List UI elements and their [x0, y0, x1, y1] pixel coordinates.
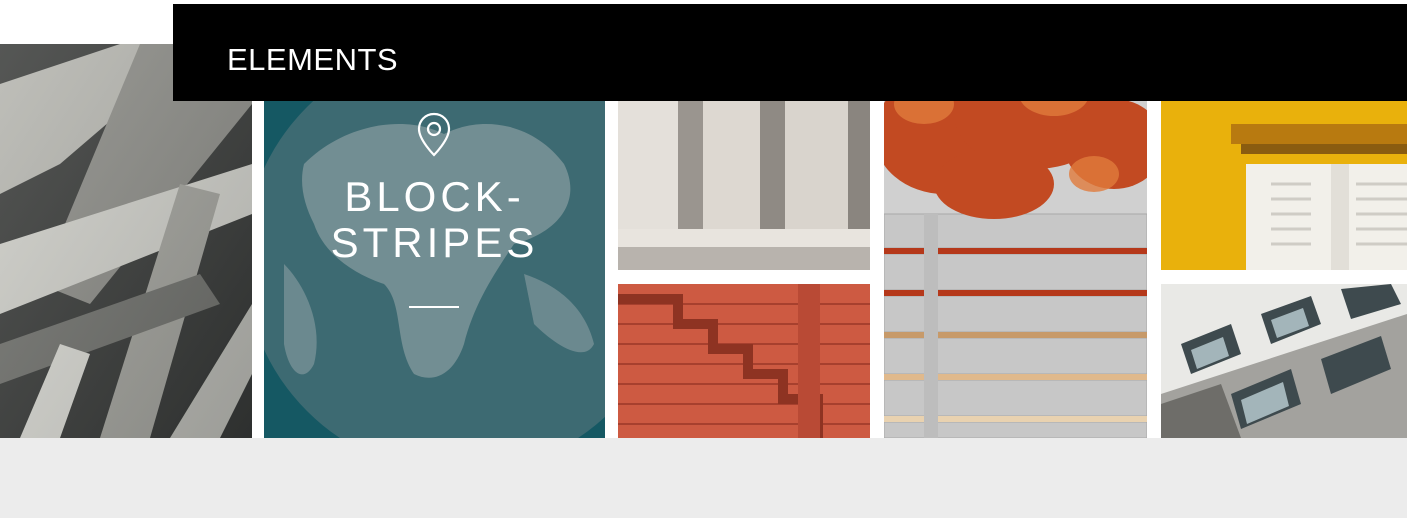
header-bar: ELEMENTS — [173, 4, 1407, 101]
page: BLOCK- STRIPES ELEMENTS — [0, 0, 1407, 518]
tile-red-stairs[interactable] — [618, 284, 870, 438]
feature-title-line2: STRIPES — [330, 219, 539, 266]
feature-content: BLOCK- STRIPES — [264, 44, 605, 438]
leaves-fence-photo — [884, 44, 1147, 438]
tile-block-stripes[interactable]: BLOCK- STRIPES — [264, 44, 605, 438]
red-stairs-photo — [618, 284, 870, 438]
content-background — [0, 438, 1407, 518]
feature-title-line1: BLOCK- — [344, 173, 525, 220]
feature-title: BLOCK- STRIPES — [264, 174, 605, 266]
tile-facade[interactable] — [1161, 284, 1407, 438]
header-title: ELEMENTS — [227, 42, 399, 77]
concrete-beams-photo — [0, 44, 252, 438]
tile-concrete-beams[interactable] — [0, 44, 252, 438]
tile-leaves-fence[interactable] — [884, 44, 1147, 438]
facade-photo — [1161, 284, 1407, 438]
feature-divider — [409, 306, 459, 308]
map-pin-icon — [417, 112, 451, 157]
